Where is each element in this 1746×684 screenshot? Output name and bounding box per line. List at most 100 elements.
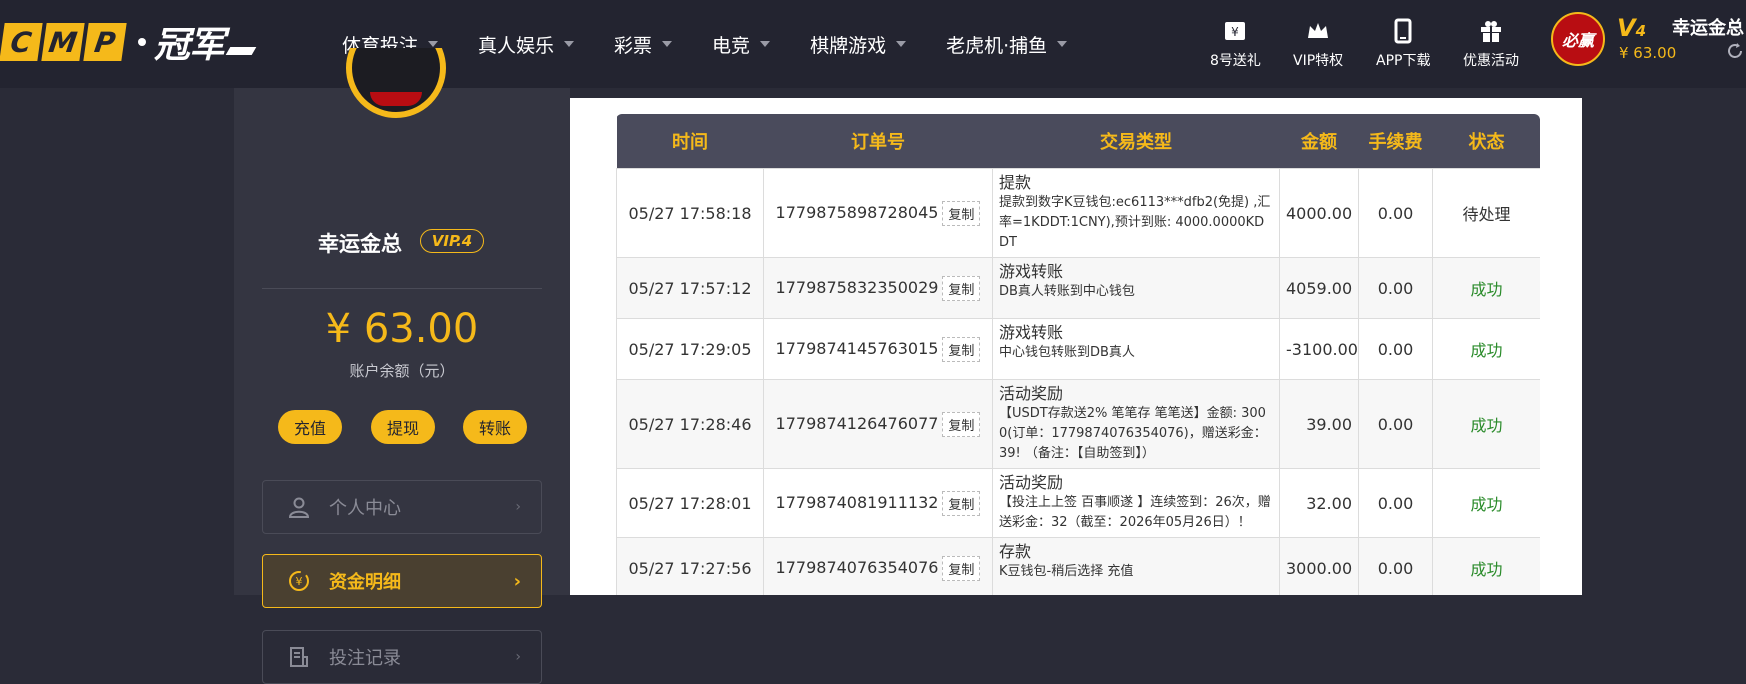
top-header: C M P 冠军 体育投注 真人娱乐 彩票 电竞 棋牌游戏 老虎机·捕鱼 ¥ 8…: [0, 0, 1746, 88]
copy-button[interactable]: 复制: [942, 275, 981, 301]
quick-link-promotions[interactable]: 优惠活动: [1463, 18, 1519, 70]
table-row: 05/27 17:29:05 1779874145763015 复制 游戏转账中心…: [616, 318, 1540, 380]
table-row: 05/27 17:28:46 1779874126476077 复制 活动奖励 【U…: [616, 379, 1540, 469]
chevron-right-icon: ›: [515, 499, 521, 515]
cell-amount: 32.00: [1279, 468, 1359, 538]
quick-link-vip[interactable]: VIP特权: [1293, 18, 1343, 70]
copy-button[interactable]: 复制: [942, 411, 981, 437]
quick-link-gift8[interactable]: ¥ 8号送礼: [1210, 18, 1261, 70]
cell-type: 活动奖励 【USDT存款送2% 笔笔存 笔笔送】金额: 3000(订单：17798…: [992, 379, 1280, 469]
sidebar-item-funds-detail[interactable]: ¥ 资金明细 ›: [262, 554, 542, 608]
header-balance: ¥ 63.00: [1619, 44, 1677, 62]
copy-button[interactable]: 复制: [942, 336, 981, 362]
logo[interactable]: C M P 冠军: [0, 22, 257, 66]
type-title: 游戏转账: [999, 262, 1064, 281]
chevron-down-icon: [1057, 41, 1068, 47]
header-amount: 金额: [1279, 114, 1359, 169]
header-time: 时间: [616, 114, 764, 169]
chevron-right-icon: ›: [513, 570, 521, 592]
type-title: 游戏转账: [999, 323, 1064, 342]
type-desc: 【投注上上签 百事顺遂 】连续签到：26次，赠送彩金：32（截至：2026年05…: [999, 495, 1271, 530]
cell-amount: -3100.00: [1279, 318, 1359, 380]
header-type: 交易类型: [992, 114, 1280, 169]
nav-esports[interactable]: 电竞: [712, 31, 771, 58]
cell-time: 05/27 17:28:46: [616, 379, 764, 469]
cell-time: 05/27 17:27:56: [616, 537, 764, 595]
header-username[interactable]: 幸运金总: [1672, 14, 1744, 40]
sidebar-item-label: 投注记录: [329, 648, 401, 669]
cell-type: 游戏转账中心钱包转账到DB真人: [992, 318, 1280, 380]
cell-time: 05/27 17:57:12: [616, 257, 764, 319]
logo-tail: [225, 47, 257, 55]
avatar[interactable]: 必赢: [1551, 12, 1605, 66]
copy-button[interactable]: 复制: [942, 490, 981, 516]
header-status: 状态: [1432, 114, 1540, 169]
transfer-button[interactable]: 转账: [463, 410, 527, 444]
type-desc: K豆钱包-稍后选择 充值: [999, 564, 1134, 579]
cell-amount: 4059.00: [1279, 257, 1359, 319]
nav-slots-fishing[interactable]: 老虎机·捕鱼: [946, 31, 1068, 58]
header-order: 订单号: [763, 114, 993, 169]
chevron-down-icon: [896, 41, 907, 47]
records-icon: [290, 647, 308, 667]
type-desc: 提款到数字K豆钱包:ec6113***dfb2(免提) ,汇率=1KDDT:1C…: [999, 195, 1271, 250]
cell-order: 1779874081911132 复制: [763, 468, 993, 538]
nav-label: 彩票: [614, 34, 653, 57]
quick-link-app[interactable]: APP下载: [1376, 18, 1430, 70]
nav-live-casino[interactable]: 真人娱乐: [478, 31, 575, 58]
sidebar-item-label: 个人中心: [329, 498, 401, 519]
header-fee: 手续费: [1358, 114, 1433, 169]
main-panel: 时间 订单号 交易类型 金额 手续费 状态 05/27 17:58:18 177…: [570, 98, 1582, 595]
type-desc: 【USDT存款送2% 笔笔存 笔笔送】金额: 3000(订单：177987407…: [999, 406, 1267, 461]
logo-letter-c: C: [0, 23, 43, 61]
cell-status: 成功: [1432, 537, 1540, 595]
table-header-row: 时间 订单号 交易类型 金额 手续费 状态: [616, 114, 1540, 169]
copy-button[interactable]: 复制: [942, 200, 981, 226]
table-row: 05/27 17:58:18 1779875898728045 复制 提款 提款到数…: [616, 168, 1540, 258]
table-row: 05/27 17:27:56 1779874076354076 复制 存款 K豆钱包…: [616, 537, 1540, 595]
cell-type: 活动奖励【投注上上签 百事顺遂 】连续签到：26次，赠送彩金：32（截至：202…: [992, 468, 1280, 538]
sidebar-item-personal-center[interactable]: 个人中心 ›: [262, 480, 542, 534]
cell-status: 待处理: [1432, 168, 1540, 258]
order-number: 1779874126476077: [775, 413, 939, 433]
cell-status: 成功: [1432, 318, 1540, 380]
quick-link-label: 8号送礼: [1210, 53, 1261, 69]
cell-fee: 0.00: [1358, 379, 1433, 469]
vip-level-badge: V4: [1617, 14, 1646, 42]
order-number: 1779875898728045: [775, 202, 939, 222]
withdraw-button[interactable]: 提现: [371, 410, 435, 444]
cell-status: 成功: [1432, 468, 1540, 538]
type-desc: 中心钱包转账到DB真人: [999, 345, 1135, 360]
cell-order: 1779874126476077 复制: [763, 379, 993, 469]
deposit-button[interactable]: 充值: [278, 410, 342, 444]
table-row: 05/27 17:28:01 1779874081911132 复制 活动奖励【投…: [616, 468, 1540, 538]
cell-status: 成功: [1432, 257, 1540, 319]
cell-fee: 0.00: [1358, 537, 1433, 595]
cell-type: 提款提款到数字K豆钱包:ec6113***dfb2(免提) ,汇率=1KDDT:…: [992, 168, 1280, 258]
type-title: 存款: [999, 542, 1032, 561]
logo-dot: [138, 38, 146, 46]
logo-text: 冠军: [154, 25, 225, 66]
crown-icon: [1308, 23, 1329, 38]
cell-fee: 0.00: [1358, 168, 1433, 258]
cell-order: 1779874145763015 复制: [763, 318, 993, 380]
cell-time: 05/27 17:29:05: [616, 318, 764, 380]
chevron-down-icon: [564, 41, 575, 47]
order-number: 1779874081911132: [775, 492, 939, 512]
type-title: 活动奖励: [999, 473, 1064, 492]
sidebar-item-bet-records[interactable]: 投注记录 ›: [262, 630, 542, 684]
user-icon: [288, 497, 310, 518]
nav-card-games[interactable]: 棋牌游戏: [810, 31, 907, 58]
cell-time: 05/27 17:28:01: [616, 468, 764, 538]
vip-level-number: 4: [1635, 22, 1647, 40]
nav-lottery[interactable]: 彩票: [614, 31, 673, 58]
copy-button[interactable]: 复制: [942, 555, 981, 581]
type-title: 提款: [999, 173, 1032, 192]
order-number: 1779874145763015: [775, 338, 939, 358]
nav-label: 棋牌游戏: [810, 34, 887, 57]
chevron-down-icon: [662, 41, 673, 47]
chevron-down-icon: [760, 41, 771, 47]
phone-icon: [1394, 18, 1412, 44]
gift-voucher-icon: ¥: [1225, 22, 1246, 40]
refresh-icon[interactable]: [1726, 42, 1744, 60]
